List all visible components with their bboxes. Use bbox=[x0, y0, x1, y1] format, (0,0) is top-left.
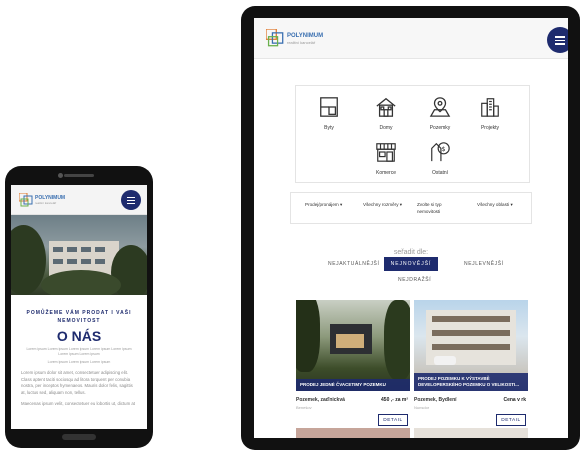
listing-image[interactable]: PRODEJ POZEMKU K VÝSTAVBĚ DEVELOPERSKÉHO… bbox=[414, 300, 528, 391]
category-label: Projekty bbox=[480, 125, 500, 131]
listing-caption: PRODEJ JEDNÉ ČVACETIMY POZEMKU bbox=[296, 379, 410, 391]
shrub-shape bbox=[41, 270, 121, 295]
hero-image bbox=[11, 215, 147, 295]
listing-type-text: Pozemek, Bydlení bbox=[414, 397, 457, 403]
detail-button[interactable]: DETAIL bbox=[496, 414, 526, 426]
filter-rooms-select[interactable]: Všechny rozměry ▾ bbox=[363, 201, 402, 208]
category-label: Domy bbox=[379, 125, 393, 131]
phone-camera bbox=[58, 173, 63, 178]
listing-type: Pozemek, zaďnickvá 450 ,- za m² bbox=[296, 397, 410, 403]
about-title: O NÁS bbox=[56, 328, 102, 344]
chevron-down-icon: ▾ bbox=[340, 202, 343, 207]
tree-shape bbox=[296, 300, 320, 372]
listing-card[interactable]: PRODEJ POZEMKU K VÝSTAVBĚ DEVELOPERSKÉHO… bbox=[414, 300, 528, 426]
about-lorem-2: Lorem ipsum Lorem ipsum Lorem ipsum bbox=[47, 360, 111, 364]
category-label: Pozemky bbox=[429, 125, 451, 131]
listing-caption: PRODEJ POZEMKU K VÝSTAVBĚ DEVELOPERSKÉHO… bbox=[414, 373, 528, 391]
tablet-screen: POLYNIMUM realitní kancelář Byty Domy Po… bbox=[254, 18, 568, 438]
phone-header: POLYNIMUM realitní kancelář bbox=[11, 185, 147, 215]
phone-home-button bbox=[62, 434, 96, 440]
tablet-header: POLYNIMUM realitní kancelář bbox=[254, 18, 568, 59]
filter-rooms-value: Všechny rozměry bbox=[363, 202, 399, 207]
logo-text: POLYNIMUM bbox=[287, 33, 324, 39]
filter-region-select[interactable]: Všechny oblasti ▾ bbox=[477, 201, 513, 208]
logo-subtitle: realitní kancelář bbox=[35, 201, 57, 205]
listing-image[interactable]: PRODEJ JEDNÉ ČVACETIMY POZEMKU bbox=[296, 300, 410, 391]
listing-location: Benešov bbox=[296, 405, 312, 410]
logo-subtitle: realitní kancelář bbox=[287, 40, 316, 45]
balcony-shape bbox=[432, 316, 510, 322]
hamburger-menu-button[interactable] bbox=[121, 190, 141, 210]
category-label: Byty bbox=[324, 125, 334, 131]
filter-type-value: Prodej/pronájem bbox=[305, 202, 339, 207]
listing-price: 450 ,- za m² bbox=[381, 397, 408, 403]
chevron-down-icon: ▾ bbox=[399, 202, 403, 207]
listing-type: Pozemek, Bydlení Cena v rk bbox=[414, 397, 528, 403]
filter-kind-label: Zvolte si typ bbox=[417, 202, 442, 207]
sort-title: seřadit dle: bbox=[393, 249, 429, 256]
logo-icon[interactable] bbox=[19, 193, 33, 207]
category-label: Komerce bbox=[375, 170, 396, 176]
tree-shape bbox=[384, 300, 410, 380]
category-domy[interactable]: Domy bbox=[360, 96, 412, 131]
about-lorem: Lorem ipsum Lorem ipsum Lorem ipsum Lore… bbox=[26, 347, 132, 356]
svg-text:$: $ bbox=[441, 145, 445, 153]
apartment-icon bbox=[320, 97, 338, 117]
filter-type-select[interactable]: Prodej/pronájem ▾ bbox=[305, 201, 342, 208]
chevron-down-icon: ▾ bbox=[510, 202, 513, 207]
filter-kind-label-2: nemovitosti bbox=[417, 209, 441, 214]
category-ostatni[interactable]: $ Ostatní bbox=[414, 141, 466, 176]
filter-region-value: Všechny oblasti bbox=[477, 202, 510, 207]
buildings-icon bbox=[481, 98, 499, 117]
listing-type-text: Pozemek, zaďnickvá bbox=[296, 397, 345, 403]
land-pin-icon bbox=[429, 97, 451, 117]
phone-screen: POLYNIMUM realitní kancelář POMŮŽEME VÁM… bbox=[11, 185, 147, 429]
tablet-mockup: POLYNIMUM realitní kancelář Byty Domy Po… bbox=[241, 6, 580, 450]
balcony-shape bbox=[432, 330, 510, 336]
about-body-2: Maecenas ipsum velit, consectetuer eu lo… bbox=[21, 401, 135, 406]
category-byty[interactable]: Byty bbox=[303, 96, 355, 131]
listing-image-partial[interactable] bbox=[414, 428, 528, 438]
listing-image-partial[interactable] bbox=[296, 428, 410, 438]
store-icon bbox=[376, 143, 396, 162]
phone-speaker bbox=[64, 174, 94, 177]
category-panel: Byty Domy Pozemky Projekty Komerce $ Ost… bbox=[295, 85, 530, 183]
car-shape bbox=[434, 356, 456, 365]
category-pozemky[interactable]: Pozemky bbox=[414, 96, 466, 131]
sort-option-nejlevnejsi[interactable]: NEJLEVNĚJŠÍ bbox=[464, 261, 504, 267]
category-komerce[interactable]: Komerce bbox=[360, 141, 412, 176]
category-label: Ostatní bbox=[431, 170, 449, 176]
price-tag-icon: $ bbox=[431, 142, 450, 162]
sort-option-nejdrazsi[interactable]: NEJDRAŽŠÍ bbox=[398, 277, 431, 283]
listing-price: Cena v rk bbox=[503, 397, 526, 403]
hamburger-menu-button[interactable] bbox=[547, 27, 568, 53]
about-body: Lorem ipsum dolor sit amet, consectetuer… bbox=[21, 370, 133, 395]
phone-mockup: POLYNIMUM realitní kancelář POMŮŽEME VÁM… bbox=[5, 166, 153, 448]
listing-location: Nunsdor bbox=[414, 405, 430, 410]
balcony-shape bbox=[432, 344, 510, 350]
sort-option-aktualni[interactable]: NEJAKTUÁLNĚJŠÍ bbox=[328, 261, 379, 267]
detail-button[interactable]: DETAIL bbox=[378, 414, 408, 426]
filter-bar: Prodej/pronájem ▾ Všechny rozměry ▾ Zvol… bbox=[290, 192, 532, 224]
logo-icon[interactable] bbox=[266, 29, 284, 47]
listing-card[interactable]: PRODEJ JEDNÉ ČVACETIMY POZEMKU Pozemek, … bbox=[296, 300, 410, 426]
about-tagline: POMŮŽEME VÁM PRODAT I VAŠI NEMOVITOST bbox=[26, 310, 132, 324]
filter-kind-select[interactable]: Zvolte si typ nemovitosti bbox=[417, 201, 442, 215]
sort-option-nejnovejsi[interactable]: NEJNOVĚJŠÍ bbox=[384, 257, 438, 271]
house-window-shape bbox=[336, 334, 364, 348]
house-icon bbox=[376, 97, 396, 117]
category-projekty[interactable]: Projekty bbox=[464, 96, 516, 131]
